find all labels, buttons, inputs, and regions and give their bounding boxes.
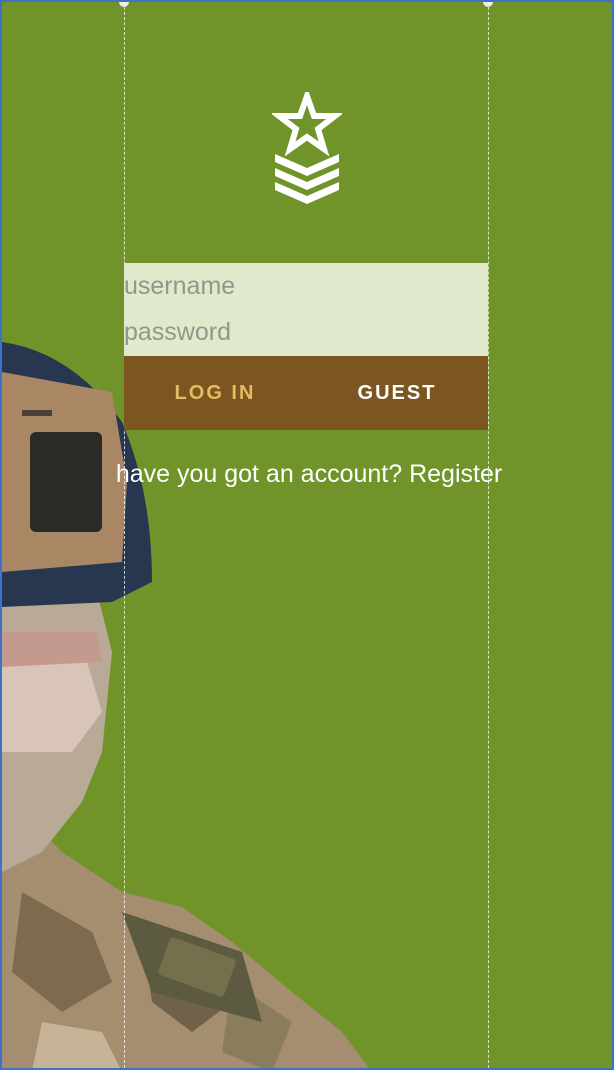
guide-line-right — [488, 2, 489, 1068]
register-link[interactable]: Register — [409, 460, 502, 488]
login-screen: LOG IN GUEST have you got an account? Re… — [0, 0, 614, 1070]
guide-handle-right[interactable] — [483, 2, 493, 7]
guide-line-left — [124, 2, 125, 1068]
guide-handle-left[interactable] — [119, 2, 129, 7]
login-button-bar: LOG IN GUEST — [124, 356, 488, 430]
register-question: have you got an account? — [115, 460, 403, 488]
username-input[interactable] — [124, 263, 488, 309]
guest-button[interactable]: GUEST — [306, 356, 488, 430]
military-rank-icon — [272, 92, 342, 204]
password-input[interactable] — [124, 309, 488, 355]
register-prompt: have you got an account? Register — [2, 460, 612, 489]
credentials-panel — [124, 263, 488, 356]
login-button[interactable]: LOG IN — [124, 356, 306, 430]
login-form: LOG IN GUEST — [124, 263, 488, 430]
soldier-image — [2, 342, 369, 1068]
